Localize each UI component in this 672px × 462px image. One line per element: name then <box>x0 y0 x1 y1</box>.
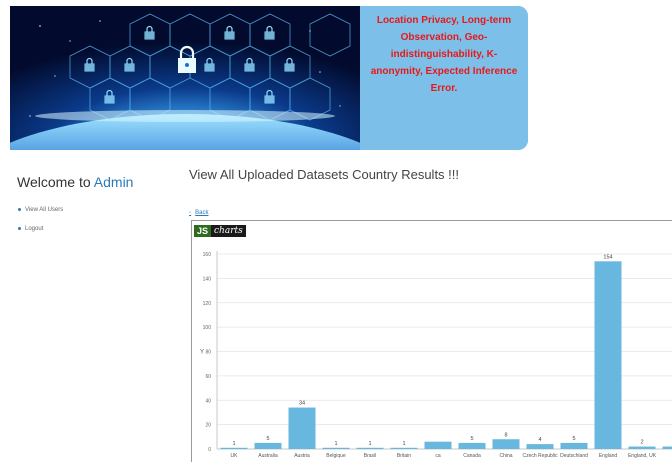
bar <box>220 447 248 449</box>
x-tick-label: Britain <box>397 453 411 459</box>
bar <box>458 442 486 449</box>
y-tick-label: 40 <box>205 398 211 404</box>
x-tick-label: Czech Republic <box>522 453 558 459</box>
bar-value-label: 5 <box>470 436 473 442</box>
x-tick-label: England <box>599 453 618 459</box>
welcome-username: Admin <box>93 174 134 190</box>
x-tick-label: England, UK <box>628 453 657 459</box>
bar-value-label: 2 <box>640 440 643 446</box>
bar <box>628 446 656 449</box>
bar <box>288 407 316 449</box>
back-link[interactable]: ◦ Back <box>189 210 208 216</box>
bullet-icon <box>18 207 21 211</box>
chart-container: JS charts 0 20 40 60 80 100 120 140 160 Y 1 UK 5 Austr… <box>191 220 672 462</box>
bar-value-label: 8 <box>504 432 507 438</box>
banner-keywords-text: Location Privacy, Long-term Observation,… <box>370 15 518 94</box>
bar <box>662 446 672 449</box>
security-network-banner-image <box>10 6 360 150</box>
x-tick-label: UK <box>231 453 239 459</box>
y-axis-label: Y <box>200 350 204 356</box>
y-tick-label: 80 <box>205 350 211 356</box>
x-tick-label: Brasil <box>364 453 377 459</box>
bar-value-label: 5 <box>266 436 269 442</box>
bar-value-label: 1 <box>402 441 405 447</box>
sidebar-item-label: View All Users <box>25 207 64 213</box>
page-title: View All Uploaded Datasets Country Resul… <box>189 167 460 182</box>
bar-value-label: 1 <box>334 441 337 447</box>
bullet-icon: ◦ <box>189 210 192 216</box>
bar-value-label: 1 <box>368 441 371 447</box>
bar-value-label: 5 <box>572 436 575 442</box>
sidebar-item-label: Logout <box>25 226 44 232</box>
sidebar-item-logout[interactable]: Logout <box>18 226 43 232</box>
bar <box>560 442 588 449</box>
x-tick-label: Canada <box>463 453 481 459</box>
bar <box>594 261 622 449</box>
y-tick-label: 60 <box>205 374 211 380</box>
x-tick-label: Belgique <box>326 453 346 459</box>
bar-chart: 0 20 40 60 80 100 120 140 160 Y 1 UK 5 Australia 34 Aus… <box>200 251 672 459</box>
bar <box>322 447 350 449</box>
y-tick-label: 0 <box>208 447 211 453</box>
header-banner: Location Privacy, Long-term Observation,… <box>10 6 528 150</box>
x-tick-label: ca <box>435 453 441 459</box>
x-tick-label: Deutschland <box>560 453 588 459</box>
bar-value-label: 34 <box>299 401 305 407</box>
banner-text-panel: Location Privacy, Long-term Observation,… <box>360 6 528 150</box>
y-tick-label: 120 <box>203 301 212 307</box>
welcome-heading: Welcome to Admin <box>17 174 133 190</box>
bar <box>390 447 418 449</box>
bar-value-label: 1 <box>232 441 235 447</box>
bar-value-label: 154 <box>603 254 612 260</box>
bar <box>254 442 282 449</box>
x-tick-label: China <box>499 453 512 459</box>
bar <box>492 439 520 449</box>
x-tick-label: Austria <box>294 453 310 459</box>
y-tick-label: 20 <box>205 423 211 429</box>
x-tick-label: Australia <box>258 453 278 459</box>
sidebar-item-view-all-users[interactable]: View All Users <box>18 207 63 213</box>
bullet-icon <box>18 226 21 230</box>
bar <box>356 447 384 449</box>
bar <box>526 444 554 449</box>
y-tick-label: 160 <box>203 252 212 258</box>
page-root: Location Privacy, Long-term Observation,… <box>0 0 672 462</box>
y-tick-label: 140 <box>203 276 212 282</box>
welcome-prefix: Welcome to <box>17 174 94 190</box>
bar <box>424 441 452 449</box>
bar-value-label: 4 <box>538 437 541 443</box>
y-tick-label: 100 <box>203 325 212 331</box>
back-link-label: Back <box>195 210 209 216</box>
